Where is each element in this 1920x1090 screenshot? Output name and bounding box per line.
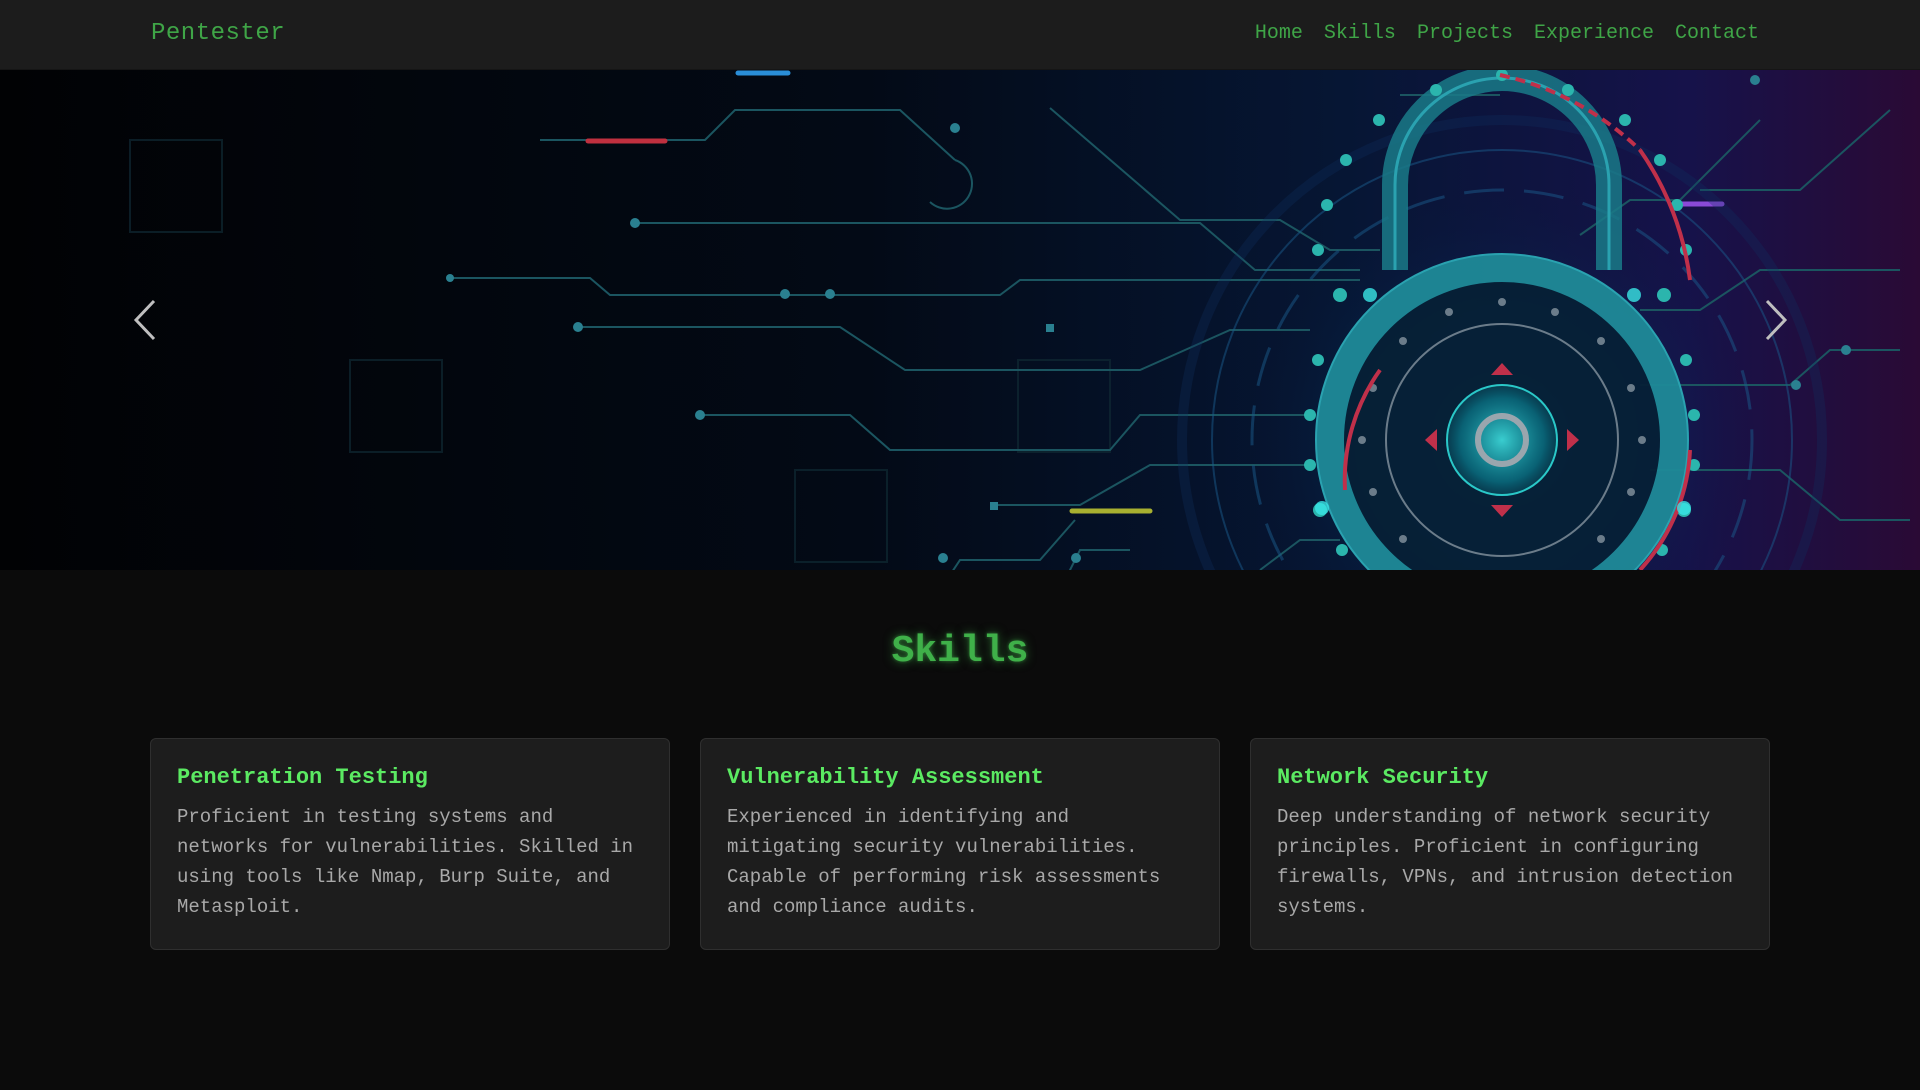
skill-card: Network Security Deep understanding of n…	[1250, 738, 1770, 950]
chevron-right-icon	[1765, 299, 1788, 341]
nav-link-experience[interactable]: Experience	[1534, 22, 1654, 45]
skill-card-text: Experienced in identifying and mitigatin…	[727, 806, 1161, 918]
carousel-next-button[interactable]	[1746, 290, 1806, 350]
padlock-circuit-icon	[0, 70, 1920, 570]
nav-links: Home Skills Projects Experience Contact	[1255, 22, 1759, 45]
carousel-prev-button[interactable]	[115, 290, 175, 350]
navbar: Pentester Home Skills Projects Experienc…	[0, 0, 1920, 70]
skill-card-title: Penetration Testing	[177, 765, 428, 790]
skill-card-text: Deep understanding of network security p…	[1277, 806, 1734, 918]
skill-card: Penetration Testing Proficient in testin…	[150, 738, 670, 950]
nav-link-skills[interactable]: Skills	[1324, 22, 1396, 45]
skill-card-text: Proficient in testing systems and networ…	[177, 806, 634, 918]
skill-card-title: Network Security	[1277, 765, 1489, 790]
skill-card: Vulnerability Assessment Experienced in …	[700, 738, 1220, 950]
chevron-left-icon	[133, 299, 156, 341]
skill-cards: Penetration Testing Proficient in testin…	[150, 738, 1770, 950]
nav-link-projects[interactable]: Projects	[1417, 22, 1513, 45]
nav-link-contact[interactable]: Contact	[1675, 22, 1759, 45]
nav-link-home[interactable]: Home	[1255, 22, 1303, 45]
brand-link[interactable]: Pentester	[151, 20, 285, 47]
section-title: Skills	[891, 630, 1029, 673]
skills-section: Skills Penetration Testing Proficient in…	[0, 570, 1920, 1090]
hero-carousel	[0, 70, 1920, 570]
skill-card-title: Vulnerability Assessment	[727, 765, 1044, 790]
